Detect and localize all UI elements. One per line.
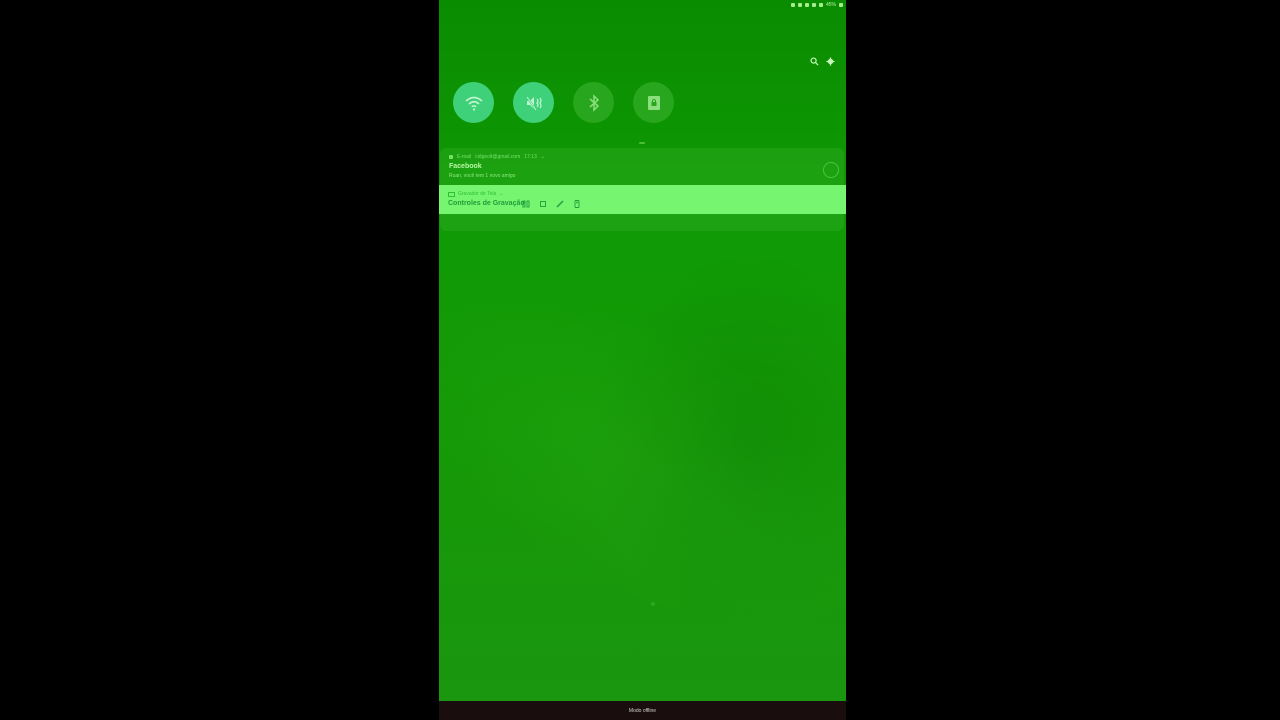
sender-avatar: [823, 162, 839, 178]
draw-pen-icon[interactable]: [556, 200, 564, 208]
battery-level: 45%: [825, 2, 836, 8]
recorder-controls: [522, 200, 581, 208]
bluetooth-icon: [589, 93, 599, 112]
recorder-meta: Gravador de Tela ⌄: [448, 191, 503, 197]
wifi-toggle[interactable]: [453, 82, 494, 123]
mute-icon: [804, 3, 809, 7]
wallpaper-dot: [651, 602, 655, 606]
screen-recorder-icon: [448, 191, 455, 197]
sound-mute-toggle[interactable]: [513, 82, 554, 123]
chevron-down-icon[interactable]: ⌄: [499, 191, 503, 197]
chevron-down-icon[interactable]: ⌄: [541, 154, 545, 160]
signal-icon: [818, 3, 823, 7]
bluetooth-toggle[interactable]: [573, 82, 614, 123]
recorder-title: Controles de Gravação: [448, 200, 525, 207]
pause-icon[interactable]: [522, 200, 530, 208]
screen-recorder-notification[interactable]: Gravador de Tela ⌄ Controles de Gravação: [439, 185, 846, 214]
notification-body: Ruan, você tem 1 novo amigo: [449, 173, 516, 179]
screen-lock-toggle[interactable]: [633, 82, 674, 123]
notification-title: Facebook: [449, 163, 482, 170]
notification-account: cidgeolt@gmail.com: [475, 154, 521, 160]
tablet-screen: 45% E-mail cidgeolt@gmail.com 17:13 ⌄ Fa…: [439, 0, 846, 720]
lock-rotation-icon: [647, 95, 660, 110]
settings-gear-icon[interactable]: [826, 57, 835, 66]
recorder-app: Gravador de Tela: [458, 191, 497, 197]
panel-drag-handle[interactable]: [639, 142, 645, 144]
notification-meta: E-mail cidgeolt@gmail.com 17:13 ⌄: [449, 153, 839, 161]
panel-header-icons: [810, 57, 835, 66]
vibrate-icon: [797, 3, 802, 7]
quick-settings-toggles: [453, 82, 674, 123]
bottom-status-bar: Modo offline: [439, 701, 846, 720]
battery-icon: [839, 3, 843, 7]
stop-icon[interactable]: [539, 200, 547, 208]
camera-icon[interactable]: [573, 200, 581, 208]
status-bar: 45%: [790, 1, 843, 9]
notification-app: E-mail: [457, 154, 472, 160]
offline-mode-label: Modo offline: [628, 707, 657, 714]
mute-vibrate-icon: [525, 95, 542, 111]
wifi-icon: [464, 96, 483, 111]
email-notification[interactable]: E-mail cidgeolt@gmail.com 17:13 ⌄ Facebo…: [449, 153, 839, 185]
notification-time: 17:13: [524, 154, 537, 160]
email-icon: [449, 155, 453, 159]
wifi-icon: [811, 3, 816, 7]
search-icon[interactable]: [810, 57, 819, 66]
bluetooth-icon: [790, 3, 795, 7]
